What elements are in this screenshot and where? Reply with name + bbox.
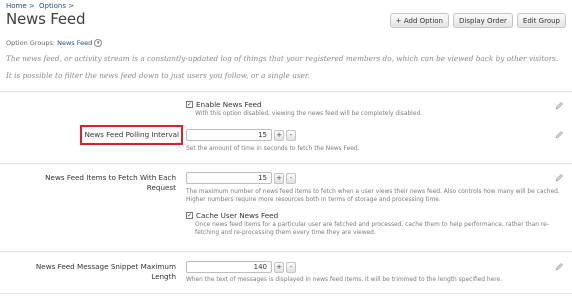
- add-option-button[interactable]: + Add Option: [389, 13, 449, 28]
- pencil-icon[interactable]: [554, 101, 564, 111]
- option-groups-value[interactable]: News Feed: [57, 39, 92, 47]
- display-order-button[interactable]: Display Order: [452, 13, 513, 28]
- enable-news-feed-label: Enable News Feed: [196, 100, 262, 109]
- checkbox-cache-news-feed[interactable]: ✓: [186, 212, 193, 219]
- items-to-fetch-hint-1: The maximum number of news feed items to…: [186, 189, 560, 195]
- group-description-1: The news feed, or activity stream is a c…: [6, 54, 559, 63]
- enable-news-feed-hint: With this option disabled, viewing the n…: [195, 111, 423, 117]
- breadcrumb-home[interactable]: Home >: [6, 2, 35, 10]
- pencil-icon[interactable]: [554, 173, 564, 183]
- chevron-down-icon[interactable]: ▾: [94, 39, 103, 47]
- decrement-button[interactable]: -: [286, 129, 296, 141]
- breadcrumb-options[interactable]: Options >: [39, 2, 74, 10]
- page-title: News Feed: [6, 10, 86, 28]
- items-to-fetch-input[interactable]: 15: [186, 172, 272, 184]
- group-description-2: It is possible to filter the news feed d…: [6, 71, 310, 80]
- snippet-length-input[interactable]: 140: [186, 261, 272, 273]
- divider: [0, 293, 572, 294]
- increment-button[interactable]: +: [274, 129, 284, 141]
- divider: [0, 91, 572, 92]
- divider: [0, 251, 572, 252]
- edit-group-button[interactable]: Edit Group: [516, 13, 566, 28]
- cache-news-feed-option[interactable]: ✓ Cache User News Feed: [186, 211, 278, 220]
- snippet-length-label-line2: Length: [151, 271, 176, 281]
- pencil-icon[interactable]: [554, 130, 564, 140]
- items-to-fetch-label: News Feed Items to Fetch With Each Reque…: [20, 173, 176, 192]
- cache-news-feed-hint-2: fetching and re-processing them every ti…: [195, 230, 376, 236]
- enable-news-feed-option[interactable]: ✓ Enable News Feed: [186, 100, 262, 109]
- cache-news-feed-label: Cache User News Feed: [196, 211, 279, 220]
- option-groups-selector: Option Groups: News Feed ▾: [6, 39, 103, 47]
- decrement-button[interactable]: -: [286, 261, 296, 273]
- divider: [0, 163, 572, 164]
- snippet-length-hint: When the text of messages is displayed i…: [186, 277, 503, 283]
- pencil-icon[interactable]: [554, 262, 564, 272]
- checkbox-enable-news-feed[interactable]: ✓: [186, 101, 193, 108]
- items-to-fetch-hint-2: Higher numbers require more resources bo…: [186, 197, 441, 203]
- decrement-button[interactable]: -: [286, 172, 296, 184]
- items-to-fetch-stepper: 15 + -: [186, 172, 296, 184]
- top-actions: + Add Option Display Order Edit Group: [389, 13, 566, 28]
- polling-interval-hint: Set the amount of time in seconds to fet…: [186, 146, 360, 152]
- breadcrumb: Home > Options >: [6, 2, 76, 10]
- snippet-length-stepper: 140 + -: [186, 261, 296, 273]
- option-groups-label: Option Groups:: [6, 39, 56, 47]
- snippet-length-label: News Feed Message Snippet Maximum Length: [20, 262, 176, 281]
- items-to-fetch-label-line1: News Feed Items to Fetch With Each: [45, 173, 176, 182]
- cache-news-feed-hint-1: Once news feed items for a particular us…: [195, 222, 549, 228]
- increment-button[interactable]: +: [274, 261, 284, 273]
- polling-interval-stepper: 15 + -: [186, 129, 296, 141]
- increment-button[interactable]: +: [274, 172, 284, 184]
- snippet-length-label-line1: News Feed Message Snippet Maximum: [35, 262, 176, 271]
- items-to-fetch-label-line2: Request: [146, 182, 176, 192]
- polling-interval-input[interactable]: 15: [186, 129, 272, 141]
- polling-interval-label: News Feed Polling Interval: [84, 130, 179, 139]
